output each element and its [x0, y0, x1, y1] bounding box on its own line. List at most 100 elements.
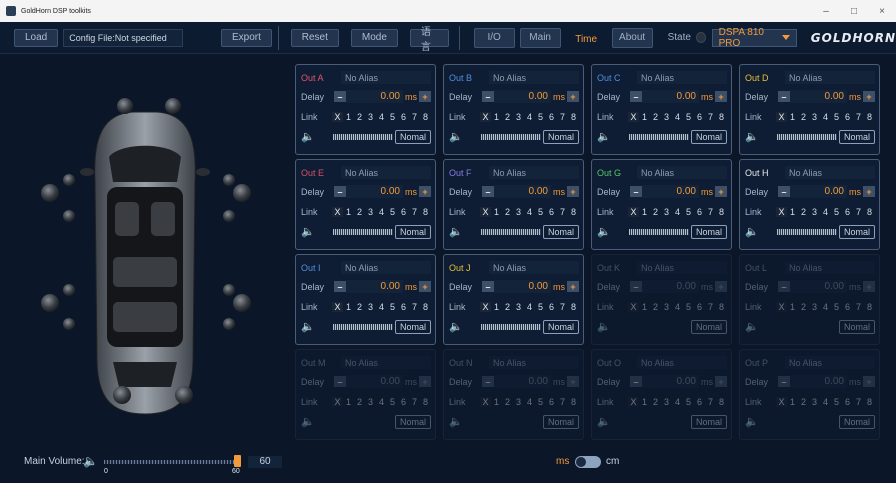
link-channel-6[interactable]: 6 [694, 397, 705, 407]
link-channel-1[interactable]: 1 [343, 397, 354, 407]
link-clear[interactable]: X [332, 111, 343, 122]
link-channel-6[interactable]: 6 [694, 207, 705, 217]
link-channel-7[interactable]: 7 [409, 112, 420, 122]
link-channel-5[interactable]: 5 [683, 207, 694, 217]
delay-decrease-button[interactable]: – [778, 91, 790, 102]
link-channel-1[interactable]: 1 [787, 302, 798, 312]
link-channel-8[interactable]: 8 [716, 397, 727, 407]
phase-button[interactable]: Nomal [543, 225, 579, 239]
delay-value-field[interactable]: 0.00 [346, 375, 403, 388]
link-channel-6[interactable]: 6 [546, 302, 557, 312]
link-channel-1[interactable]: 1 [639, 397, 650, 407]
close-button[interactable]: × [868, 0, 896, 22]
link-channel-7[interactable]: 7 [557, 397, 568, 407]
link-clear[interactable]: X [332, 301, 343, 312]
speaker-icon[interactable]: 🔈 [301, 225, 323, 239]
speaker-icon[interactable] [63, 210, 75, 222]
main-volume-slider[interactable] [104, 460, 239, 464]
channel-alias-field[interactable]: No Alias [341, 356, 431, 369]
link-channel-5[interactable]: 5 [683, 302, 694, 312]
channel-alias-field[interactable]: No Alias [637, 261, 727, 274]
link-channel-3[interactable]: 3 [513, 302, 524, 312]
link-channel-5[interactable]: 5 [535, 207, 546, 217]
delay-value-field[interactable]: 0.00 [346, 185, 403, 198]
link-channel-8[interactable]: 8 [568, 397, 579, 407]
link-channel-2[interactable]: 2 [798, 397, 809, 407]
link-channel-7[interactable]: 7 [705, 112, 716, 122]
phase-button[interactable]: Nomal [395, 415, 431, 429]
language-button[interactable]: 语言 [409, 27, 449, 53]
link-channel-1[interactable]: 1 [639, 112, 650, 122]
link-channel-3[interactable]: 3 [661, 397, 672, 407]
speaker-icon[interactable] [117, 98, 133, 114]
link-channel-1[interactable]: 1 [343, 207, 354, 217]
link-channel-2[interactable]: 2 [502, 207, 513, 217]
link-channel-7[interactable]: 7 [557, 302, 568, 312]
link-channel-1[interactable]: 1 [491, 302, 502, 312]
delay-value-field[interactable]: 0.00 [790, 375, 847, 388]
link-channel-1[interactable]: 1 [639, 302, 650, 312]
link-channel-7[interactable]: 7 [705, 302, 716, 312]
minimize-button[interactable]: – [812, 0, 840, 22]
link-channel-5[interactable]: 5 [831, 112, 842, 122]
link-channel-7[interactable]: 7 [705, 207, 716, 217]
phase-button[interactable]: Nomal [839, 225, 875, 239]
volume-value-field[interactable]: 60 [248, 456, 282, 468]
link-channel-6[interactable]: 6 [546, 397, 557, 407]
delay-decrease-button[interactable]: – [778, 376, 790, 387]
link-channel-3[interactable]: 3 [661, 207, 672, 217]
delay-decrease-button[interactable]: – [778, 186, 790, 197]
speaker-icon[interactable] [223, 174, 235, 186]
link-clear[interactable]: X [480, 396, 491, 407]
delay-increase-button[interactable]: + [419, 91, 431, 102]
link-channel-6[interactable]: 6 [842, 112, 853, 122]
reset-button[interactable]: Reset [290, 28, 339, 47]
link-channel-5[interactable]: 5 [683, 397, 694, 407]
speaker-icon[interactable] [223, 318, 235, 330]
link-channel-6[interactable]: 6 [398, 112, 409, 122]
link-channel-4[interactable]: 4 [376, 397, 387, 407]
link-channel-7[interactable]: 7 [853, 397, 864, 407]
speaker-icon[interactable]: 🔈 [597, 415, 619, 429]
volume-slider-handle[interactable] [234, 455, 241, 467]
link-channel-3[interactable]: 3 [513, 112, 524, 122]
phase-button[interactable]: Nomal [691, 415, 727, 429]
maximize-button[interactable]: □ [840, 0, 868, 22]
delay-decrease-button[interactable]: – [630, 186, 642, 197]
link-channel-8[interactable]: 8 [568, 207, 579, 217]
delay-decrease-button[interactable]: – [482, 281, 494, 292]
link-channel-6[interactable]: 6 [546, 207, 557, 217]
link-channel-7[interactable]: 7 [409, 397, 420, 407]
delay-decrease-button[interactable]: – [482, 376, 494, 387]
speaker-icon[interactable]: 🔈 [301, 130, 323, 144]
channel-alias-field[interactable]: No Alias [637, 356, 727, 369]
speaker-icon[interactable] [113, 386, 131, 404]
speaker-icon[interactable]: 🔈 [449, 415, 471, 429]
delay-value-field[interactable]: 0.00 [642, 90, 699, 103]
link-channel-4[interactable]: 4 [672, 207, 683, 217]
speaker-icon[interactable] [233, 184, 251, 202]
link-channel-1[interactable]: 1 [639, 207, 650, 217]
tab-about[interactable]: About [611, 27, 653, 48]
link-channel-8[interactable]: 8 [420, 302, 431, 312]
link-channel-5[interactable]: 5 [831, 207, 842, 217]
phase-button[interactable]: Nomal [395, 225, 431, 239]
link-channel-5[interactable]: 5 [683, 112, 694, 122]
delay-increase-button[interactable]: + [567, 186, 579, 197]
delay-value-field[interactable]: 0.00 [790, 90, 847, 103]
delay-value-field[interactable]: 0.00 [346, 90, 403, 103]
link-channel-4[interactable]: 4 [524, 397, 535, 407]
delay-increase-button[interactable]: + [863, 376, 875, 387]
delay-increase-button[interactable]: + [567, 91, 579, 102]
link-channel-8[interactable]: 8 [716, 302, 727, 312]
delay-value-field[interactable]: 0.00 [642, 280, 699, 293]
export-button[interactable]: Export [220, 28, 272, 47]
link-channel-3[interactable]: 3 [809, 112, 820, 122]
link-channel-2[interactable]: 2 [798, 112, 809, 122]
link-channel-5[interactable]: 5 [831, 302, 842, 312]
link-channel-4[interactable]: 4 [672, 397, 683, 407]
phase-button[interactable]: Nomal [691, 225, 727, 239]
link-channel-4[interactable]: 4 [820, 207, 831, 217]
link-channel-4[interactable]: 4 [672, 302, 683, 312]
link-channel-7[interactable]: 7 [557, 112, 568, 122]
